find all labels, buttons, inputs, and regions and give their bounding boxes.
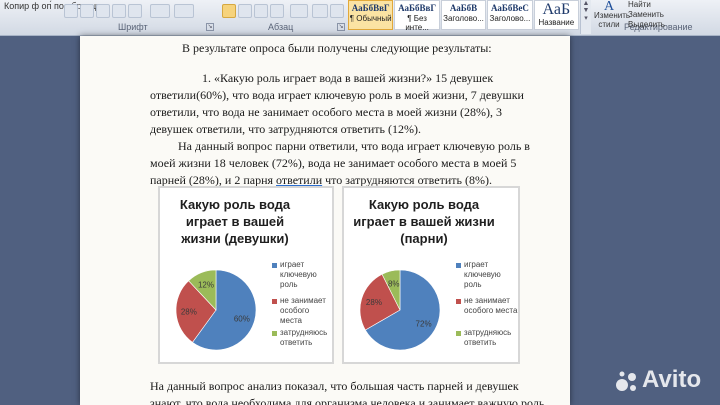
- legend-item: играет ключевую роль: [464, 260, 501, 290]
- editing-group: Найти Заменить Выделить: [624, 0, 720, 30]
- legend-text-line: роль: [464, 280, 482, 289]
- spellcheck-underlined-word[interactable]: ответили: [276, 173, 322, 187]
- legend-text-line: затрудняюсь: [280, 328, 328, 337]
- legend-swatch: [456, 299, 461, 304]
- pie-girls: 60% 28% 12%: [175, 269, 257, 351]
- doc-para2-line1: На данный вопрос парни ответили, что вод…: [178, 139, 530, 153]
- legend-swatch: [272, 299, 277, 304]
- pie-data-label: 72%: [416, 320, 432, 329]
- doc-para1-line2: ответили(60%), что вода играет ключевую …: [150, 88, 524, 102]
- style-tile-2[interactable]: АаБбВ Заголово...: [440, 0, 487, 30]
- chart-boys-title: Какую роль вода играет в вашей жизни (па…: [353, 197, 495, 246]
- legend-text-line: роль: [280, 280, 298, 289]
- pie-data-label: 8%: [388, 280, 400, 289]
- ribbon: Копир ф оп́ по обраэцу Шрифт ↘ Абзац ↘ С…: [0, 0, 720, 36]
- legend-text-line: ключевую: [464, 270, 501, 279]
- change-styles-button[interactable]: A Изменить стили: [594, 0, 630, 29]
- font-group-label: Шрифт: [118, 22, 148, 32]
- doc-line-intro: В результате опроса были получены следую…: [182, 41, 492, 55]
- change-styles-icon: A: [603, 0, 615, 14]
- style-sample: АаБбВвГ: [351, 3, 390, 13]
- legend-text-line: ответить: [280, 338, 313, 347]
- style-name: Заголово...: [443, 14, 484, 23]
- gallery-scroll-icon[interactable]: ▲ ▼ ▾: [580, 0, 591, 34]
- legend-text-line: особого места: [280, 306, 310, 325]
- legend-text-line: затрудняюсь: [464, 328, 512, 337]
- doc-para1-line1: 1. «Какую роль играет вода в вашей жизни…: [202, 71, 494, 85]
- font-tool-7[interactable]: [174, 4, 194, 18]
- paragraph-dialog-launcher-icon[interactable]: ↘: [337, 23, 345, 31]
- font-tool-6[interactable]: [150, 4, 170, 18]
- doc-para2-line2: моей жизни 18 человек (72%), вода не зан…: [150, 156, 517, 170]
- legend-swatch: [456, 331, 461, 336]
- style-tile-0[interactable]: АаБбВвГ ¶ Обычный: [348, 0, 394, 30]
- font-dialog-launcher-icon[interactable]: ↘: [206, 23, 214, 31]
- doc-bottom-line2: знают, что вода необходима для организма…: [150, 396, 545, 405]
- pie-boys: 72% 28% 8%: [359, 269, 441, 351]
- align-left-button[interactable]: [222, 4, 236, 18]
- paragraph-group-label: Абзац: [268, 22, 294, 32]
- pie-data-label: 12%: [198, 281, 214, 290]
- style-name: ¶ Без инте...: [405, 14, 429, 32]
- style-tile-4[interactable]: АаБ Название: [533, 0, 580, 30]
- style-tile-1[interactable]: АаБбВвГ ¶ Без инте...: [394, 0, 440, 32]
- font-tool-4[interactable]: [112, 4, 126, 18]
- style-name: ¶ Обычный: [349, 14, 392, 23]
- legend-swatch: [272, 331, 277, 336]
- font-tool-1[interactable]: [64, 4, 78, 18]
- pie-data-label: 28%: [366, 298, 382, 307]
- legend-item: не занимает особого места: [280, 296, 332, 326]
- style-name: Название: [538, 18, 575, 27]
- style-sample: АаБбВвГ: [398, 3, 437, 13]
- legend-text-line: играет: [464, 260, 489, 269]
- doc-bottom-line1: На данный вопрос анализ показал, что бол…: [150, 379, 519, 393]
- legend-item: не занимает особого места: [464, 296, 517, 316]
- chart-girls[interactable]: Какую роль вода играет в вашей жизни (де…: [158, 186, 334, 364]
- style-sample: АаБбВ: [449, 3, 478, 13]
- style-sample: АаБбВеС: [491, 3, 529, 13]
- chart-boys[interactable]: Какую роль вода играет в вашей жизни (па…: [342, 186, 520, 364]
- style-sample: АаБ: [542, 1, 571, 18]
- font-tool-5[interactable]: [128, 4, 142, 18]
- legend-swatch: [272, 263, 277, 268]
- legend-text-line: играет: [280, 260, 305, 269]
- line-spacing-button[interactable]: [290, 4, 308, 18]
- doc-para1-line4: девушек ответили, что затрудняются ответ…: [150, 122, 421, 136]
- legend-text-line: ключевую: [280, 270, 317, 279]
- legend-item: затрудняюсь ответить: [280, 328, 327, 348]
- document-page[interactable]: В результате опроса были получены следую…: [80, 36, 570, 405]
- legend-text-line: не занимает: [464, 296, 510, 305]
- style-tile-3[interactable]: АаБбВеС Заголово...: [487, 0, 533, 30]
- doc-para1-line3: ответили, что вода не занимает особого м…: [150, 105, 502, 119]
- pie-data-label: 60%: [234, 314, 250, 323]
- avito-watermark: Avito: [642, 366, 702, 393]
- legend-item: затрудняюсь ответить: [464, 328, 511, 348]
- legend-text-line: особого места: [464, 306, 518, 315]
- font-tool-3[interactable]: [96, 4, 110, 18]
- styles-gallery: АаБбВвГ ¶ Обычный АаБбВвГ ¶ Без инте... АаБб…: [348, 0, 580, 34]
- align-center-button[interactable]: [238, 4, 252, 18]
- find-button[interactable]: Найти: [624, 0, 720, 10]
- justify-button[interactable]: [270, 4, 284, 18]
- avito-logo-icon: [616, 371, 636, 391]
- select-button[interactable]: Выделить: [624, 20, 720, 30]
- legend-text-line: ответить: [464, 338, 497, 347]
- shading-button[interactable]: [312, 4, 328, 18]
- replace-button[interactable]: Заменить: [624, 10, 720, 20]
- font-tool-2[interactable]: [80, 4, 94, 18]
- borders-button[interactable]: [330, 4, 344, 18]
- style-name: Заголово...: [489, 14, 531, 23]
- legend-swatch: [456, 263, 461, 268]
- legend-text-line: не занимает: [280, 296, 326, 305]
- pie-data-label: 28%: [181, 308, 197, 317]
- align-right-button[interactable]: [254, 4, 268, 18]
- chart-girls-title: Какую роль вода играет в вашей жизни (де…: [179, 197, 291, 246]
- legend-item: играет ключевую роль: [280, 260, 317, 290]
